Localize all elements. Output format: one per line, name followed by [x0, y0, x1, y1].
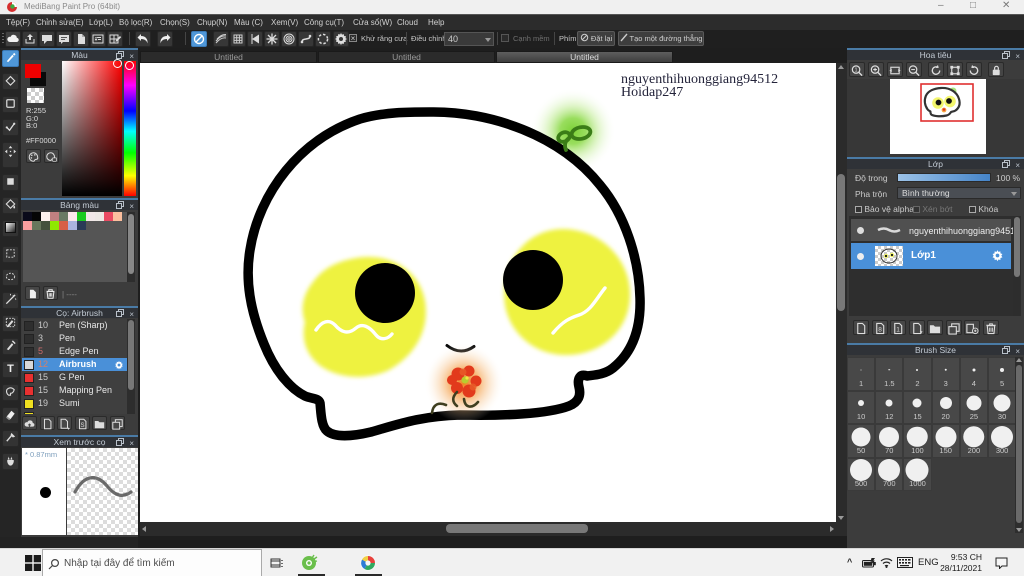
svg-text:1: 1: [896, 326, 900, 333]
svg-text:S: S: [80, 423, 84, 429]
svg-text:8: 8: [878, 326, 882, 333]
svg-text:1: 1: [855, 68, 858, 74]
